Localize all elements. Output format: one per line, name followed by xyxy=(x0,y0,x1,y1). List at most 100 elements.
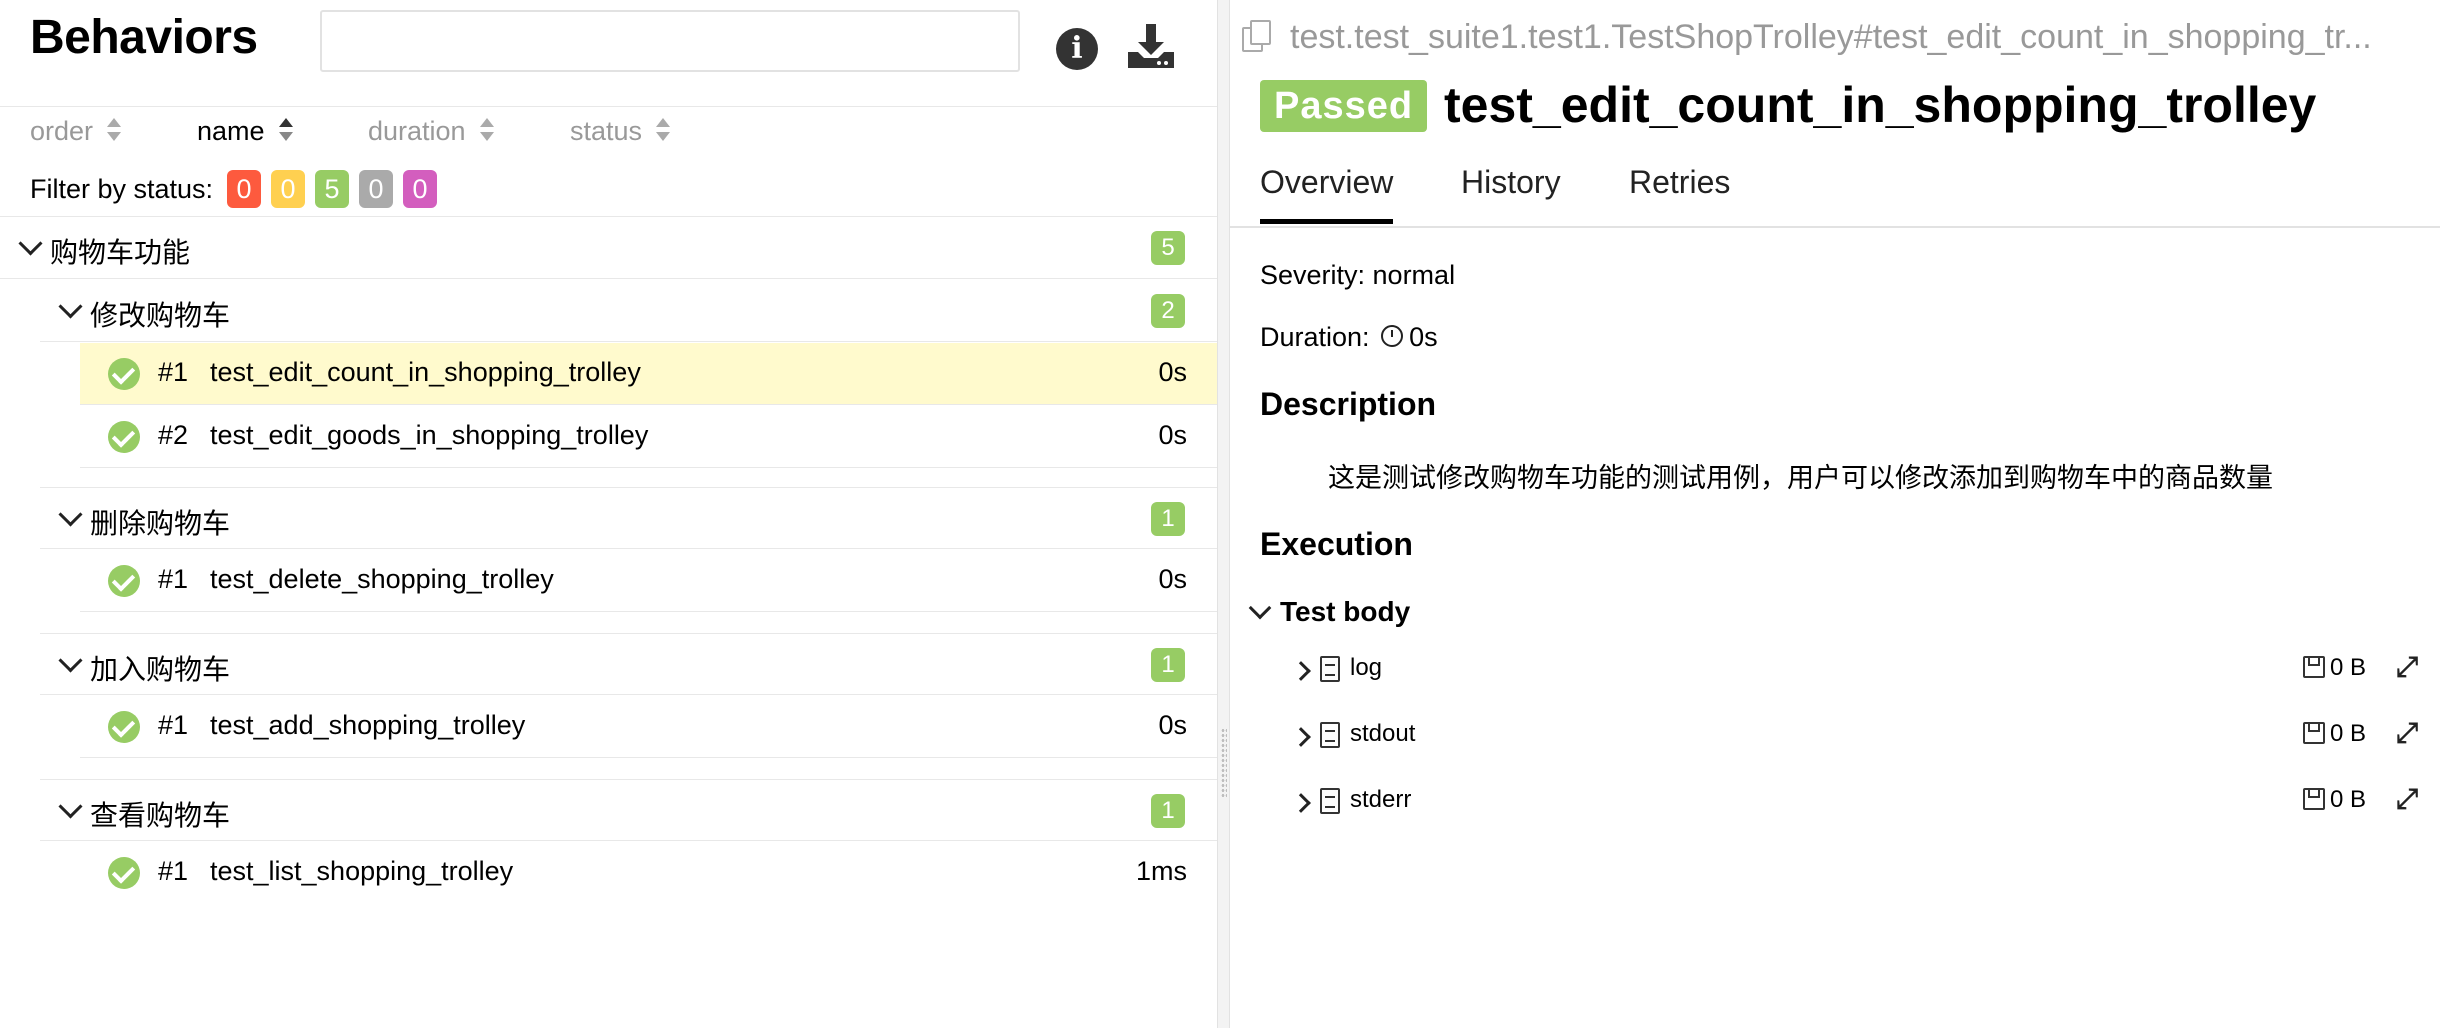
attachment-row[interactable]: stdout 0 B ⤢ xyxy=(1230,710,2440,770)
test-duration: 0s xyxy=(1158,357,1187,387)
filter-broken-badge[interactable]: 0 xyxy=(271,170,305,208)
test-row[interactable]: #1 test_add_shopping_trolley 0s xyxy=(80,696,1217,758)
behaviors-panel: Behaviors i order name duration status F… xyxy=(0,0,1217,1028)
chevron-right-icon[interactable] xyxy=(1291,661,1311,681)
expand-icon[interactable]: ⤢ xyxy=(2392,718,2422,748)
test-row[interactable]: #1 test_edit_count_in_shopping_trolley 0… xyxy=(80,343,1217,405)
sort-by-status[interactable]: status xyxy=(570,116,671,147)
test-number: #1 xyxy=(158,856,189,886)
count-badge: 1 xyxy=(1151,648,1185,682)
chevron-down-icon xyxy=(58,502,83,527)
search-input[interactable] xyxy=(320,10,1020,72)
attachment-size: 0 B xyxy=(2330,720,2367,747)
file-icon xyxy=(1320,788,1340,814)
tree-group[interactable]: 查看购物车 1 xyxy=(40,779,1217,841)
filter-skipped-badge[interactable]: 0 xyxy=(359,170,393,208)
tree-group-root[interactable]: 购物车功能 5 xyxy=(0,217,1217,279)
page-title: Behaviors xyxy=(30,11,258,64)
tab-overview[interactable]: Overview xyxy=(1260,164,1394,224)
sort-by-order[interactable]: order xyxy=(30,116,122,147)
sort-label: duration xyxy=(368,116,466,146)
tree-group[interactable]: 修改购物车 2 xyxy=(40,280,1217,342)
severity: Severity: normal xyxy=(1260,260,1456,290)
attachment-name: stdout xyxy=(1350,720,1416,747)
test-name: test_edit_count_in_shopping_trolley xyxy=(210,357,641,387)
count-badge: 1 xyxy=(1151,794,1185,828)
test-number: #1 xyxy=(158,710,189,740)
chevron-down-icon xyxy=(58,294,83,319)
passed-check-icon xyxy=(108,421,140,453)
description-heading: Description xyxy=(1260,386,1437,422)
expand-icon[interactable]: ⤢ xyxy=(2392,784,2422,814)
tree-group[interactable]: 删除购物车 1 xyxy=(40,487,1217,549)
duration-label: Duration: xyxy=(1260,322,1370,352)
sort-label: name xyxy=(197,116,265,146)
test-number: #1 xyxy=(158,357,189,387)
save-icon xyxy=(2303,722,2325,744)
group-name: 购物车功能 xyxy=(50,237,191,268)
description-text: 这是测试修改购物车功能的测试用例，用户可以修改添加到购物车中的商品数量 xyxy=(1328,463,2273,494)
filter-label: Filter by status: xyxy=(30,174,214,204)
attachment-size: 0 B xyxy=(2330,786,2367,813)
test-duration: 1ms xyxy=(1135,856,1187,886)
attachment-name: stderr xyxy=(1350,786,1412,813)
tree-group[interactable]: 加入购物车 1 xyxy=(40,633,1217,695)
duration-field: Duration: 0s xyxy=(1260,322,1438,353)
save-icon xyxy=(2303,656,2325,678)
passed-check-icon xyxy=(108,857,140,889)
chevron-right-icon[interactable] xyxy=(1291,727,1311,747)
tab-history[interactable]: History xyxy=(1461,164,1561,201)
sort-arrows-icon xyxy=(479,117,494,144)
sort-arrows-icon xyxy=(278,117,293,144)
attachment-name: log xyxy=(1350,654,1383,681)
filter-failed-badge[interactable]: 0 xyxy=(227,170,261,208)
expand-icon[interactable]: ⤢ xyxy=(2392,652,2422,682)
status-filter-bar: Filter by status: 0 0 5 0 0 xyxy=(0,164,1217,217)
detail-tabs: Overview History Retries xyxy=(1230,150,2440,228)
download-icon[interactable] xyxy=(1126,24,1176,70)
passed-check-icon xyxy=(108,565,140,597)
test-duration: 0s xyxy=(1158,710,1187,740)
chevron-right-icon[interactable] xyxy=(1291,793,1311,813)
test-duration: 0s xyxy=(1158,564,1187,594)
attachment-row[interactable]: log 0 B ⤢ xyxy=(1230,644,2440,704)
breadcrumb-text: test.test_suite1.test1.TestShopTrolley#t… xyxy=(1290,18,2372,56)
pane-splitter[interactable] xyxy=(1217,0,1230,1028)
test-number: #2 xyxy=(158,420,189,450)
test-title: test_edit_count_in_shopping_trolley xyxy=(1444,77,2317,133)
chevron-down-icon xyxy=(58,794,83,819)
filter-passed-badge[interactable]: 5 xyxy=(315,170,349,208)
group-name: 修改购物车 xyxy=(90,300,231,331)
splitter-grip-icon[interactable] xyxy=(1221,728,1227,798)
group-name: 删除购物车 xyxy=(90,508,231,539)
sort-bar: order name duration status xyxy=(0,108,1217,162)
tab-retries[interactable]: Retries xyxy=(1629,164,1730,201)
test-duration: 0s xyxy=(1158,420,1187,450)
sort-by-duration[interactable]: duration xyxy=(368,116,494,147)
test-details-panel: test.test_suite1.test1.TestShopTrolley#t… xyxy=(1230,0,2440,1028)
sort-arrows-icon xyxy=(656,117,671,144)
behaviors-header: Behaviors i xyxy=(0,0,1217,107)
test-row[interactable]: #1 test_list_shopping_trolley 1ms xyxy=(80,842,1217,904)
attachment-row[interactable]: stderr 0 B ⤢ xyxy=(1230,776,2440,836)
filter-unknown-badge[interactable]: 0 xyxy=(403,170,437,208)
test-row[interactable]: #2 test_edit_goods_in_shopping_trolley 0… xyxy=(80,406,1217,468)
status-badge: Passed xyxy=(1260,80,1428,132)
info-icon[interactable]: i xyxy=(1056,28,1098,70)
copy-icon[interactable] xyxy=(1242,20,1271,53)
test-name: test_delete_shopping_trolley xyxy=(210,564,554,594)
sort-label: status xyxy=(570,116,643,146)
group-name: 查看购物车 xyxy=(90,800,231,831)
breadcrumb: test.test_suite1.test1.TestShopTrolley#t… xyxy=(1242,18,2432,57)
test-name: test_edit_goods_in_shopping_trolley xyxy=(210,420,649,450)
clock-icon xyxy=(1381,324,1404,347)
sort-by-name[interactable]: name xyxy=(197,116,293,147)
test-row[interactable]: #1 test_delete_shopping_trolley 0s xyxy=(80,550,1217,612)
file-icon xyxy=(1320,656,1340,682)
chevron-down-icon xyxy=(58,648,83,673)
group-name: 加入购物车 xyxy=(90,654,231,685)
chevron-down-icon[interactable] xyxy=(1248,596,1272,620)
test-body-label[interactable]: Test body xyxy=(1280,596,1410,628)
passed-check-icon xyxy=(108,711,140,743)
sort-arrows-icon xyxy=(107,117,122,144)
